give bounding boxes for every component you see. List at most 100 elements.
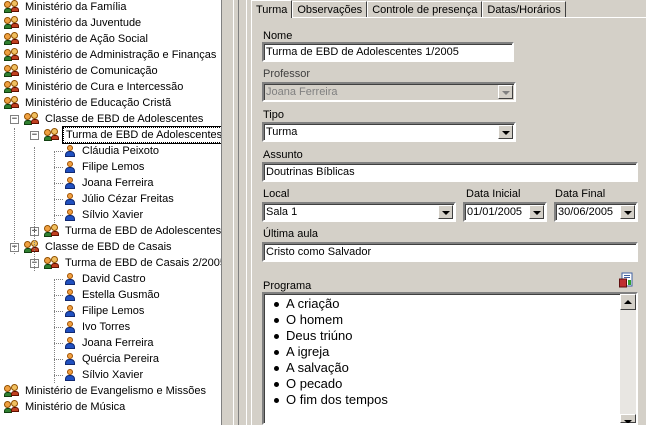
ultima-aula-label: Última aula — [263, 228, 319, 240]
group-icon — [24, 112, 40, 126]
tree-item-member[interactable]: Júlio Cézar Freitas — [64, 191, 176, 207]
tree-connector — [34, 147, 35, 271]
tree-item-label: Cláudia Peixoto — [82, 145, 160, 157]
bullet-icon — [274, 349, 279, 355]
tree-item-label: Ministério de Evangelismo e Missões — [25, 385, 206, 397]
tree-item-member[interactable]: David Castro — [64, 271, 148, 287]
splitter-groove — [233, 0, 239, 425]
tab-observacoes[interactable]: Observações — [292, 1, 368, 18]
programa-memo[interactable]: A criação O homem Deus triúno A igreja A sal… — [262, 292, 638, 425]
group-icon — [4, 16, 20, 30]
vertical-scrollbar[interactable] — [620, 294, 636, 423]
tree-item-turma[interactable]: Turma de EBD de Casais 2/2005 — [44, 255, 221, 271]
tree-item-member[interactable]: Filipe Lemos — [64, 303, 146, 319]
person-icon — [64, 208, 76, 222]
tree-item-ministry[interactable]: Ministério de Administração e Finanças — [4, 47, 218, 63]
tree-item-member[interactable]: Sílvio Xavier — [64, 207, 145, 223]
tree-item-member[interactable]: Estella Gusmão — [64, 287, 162, 303]
group-icon — [4, 48, 20, 62]
tree-item-label: Ministério de Educação Cristã — [25, 97, 172, 109]
data-final-value: 30/06/2005 — [558, 206, 614, 218]
tree-item-label: Ministério da Juventude — [25, 17, 142, 29]
tree-item-ministry[interactable]: Ministério da Família — [4, 0, 128, 15]
collapse-icon[interactable]: − — [30, 131, 39, 140]
person-icon — [64, 320, 76, 334]
tree-item-ministry[interactable]: Ministério de Evangelismo e Missões — [4, 383, 208, 399]
tree-item-class[interactable]: Classe de EBD de Adolescentes — [24, 111, 205, 127]
tree-item-label: Júlio Cézar Freitas — [82, 193, 174, 205]
tree-item-label: Sílvio Xavier — [82, 209, 144, 221]
tree-item-label: Ministério da Família — [25, 1, 127, 13]
tree-item-ministry[interactable]: Ministério de Música — [4, 399, 127, 415]
tree-item-ministry[interactable]: Ministério de Comunicação — [4, 63, 160, 79]
programa-item: A igreja — [274, 344, 636, 360]
data-inicial-value: 01/01/2005 — [467, 206, 523, 218]
tree-item-class[interactable]: Classe de EBD de Casais — [24, 239, 174, 255]
tree-item-turma-selected[interactable]: Turma de EBD de Adolescentes 1/2005 — [44, 126, 221, 144]
tree-item-member[interactable]: Cláudia Peixoto — [64, 143, 161, 159]
programa-item: A salvação — [274, 360, 636, 376]
bullet-icon — [274, 333, 279, 339]
tree-item-member[interactable]: Quércia Pereira — [64, 351, 161, 367]
tree-item-label: Filipe Lemos — [82, 305, 145, 317]
tree-item-label: David Castro — [82, 273, 146, 285]
professor-value: Joana Ferreira — [266, 86, 338, 98]
scroll-up-icon[interactable] — [620, 294, 636, 310]
tree-item-ministry[interactable]: Ministério da Juventude — [4, 15, 143, 31]
tab-turma[interactable]: Turma — [251, 0, 293, 18]
edit-list-icon[interactable] — [619, 272, 633, 288]
programa-list: A criação O homem Deus triúno A igreja A sal… — [264, 294, 636, 408]
professor-label: Professor — [263, 68, 311, 80]
data-inicial-picker[interactable]: 01/01/2005 — [463, 202, 547, 222]
programa-item-text: Deus triúno — [286, 328, 353, 343]
tree-item-member[interactable]: Joana Ferreira — [64, 175, 156, 191]
group-icon — [4, 80, 20, 94]
chevron-down-icon[interactable] — [438, 205, 453, 219]
tree-connector — [54, 151, 55, 223]
tree-connector — [54, 343, 63, 344]
tree-item-label: Filipe Lemos — [82, 161, 145, 173]
tab-datas-horarios[interactable]: Datas/Horários — [482, 1, 566, 18]
collapse-icon[interactable]: − — [10, 115, 19, 124]
bullet-icon — [274, 301, 279, 307]
tree-item-member[interactable]: Filipe Lemos — [64, 159, 146, 175]
nome-value: Turma de EBD de Adolescentes 1/2005 — [266, 46, 459, 58]
tree-item-label: Estella Gusmão — [82, 289, 160, 301]
tipo-label: Tipo — [263, 109, 284, 121]
tree-connector — [54, 167, 63, 168]
group-icon — [24, 240, 40, 254]
tree-item-member[interactable]: Sílvio Xavier — [64, 367, 145, 383]
tree-connector — [54, 375, 63, 376]
person-icon — [64, 288, 76, 302]
assunto-label: Assunto — [263, 149, 303, 161]
data-final-picker[interactable]: 30/06/2005 — [554, 202, 638, 222]
local-value: Sala 1 — [266, 206, 298, 218]
scroll-down-icon[interactable] — [620, 414, 636, 423]
tree-item-label: Ministério de Ação Social — [25, 33, 148, 45]
chevron-down-icon[interactable] — [498, 125, 513, 139]
tree-view[interactable]: Ministério da Família Ministério da Juven… — [0, 0, 221, 425]
tree-item-label: Turma de EBD de Casais 2/2005 — [65, 257, 221, 269]
tree-item-ministry[interactable]: Ministério de Ação Social — [4, 31, 150, 47]
assunto-field[interactable]: Doutrinas Bíblicas — [262, 162, 638, 182]
local-select[interactable]: Sala 1 — [262, 202, 456, 222]
tree-item-member[interactable]: Ivo Torres — [64, 319, 132, 335]
group-icon — [44, 128, 60, 142]
person-icon — [64, 272, 76, 286]
tree-item-turma[interactable]: Turma de EBD de Adolescentes — [44, 223, 221, 239]
person-icon — [64, 336, 76, 350]
group-icon — [4, 0, 20, 14]
ultima-aula-field[interactable]: Cristo como Salvador — [262, 242, 638, 262]
chevron-down-icon[interactable] — [529, 205, 544, 219]
tree-item-ministry[interactable]: Ministério de Cura e Intercessão — [4, 79, 185, 95]
tree-connector — [54, 279, 55, 383]
tab-controle-presenca[interactable]: Controle de presença — [367, 1, 483, 18]
nome-field[interactable]: Turma de EBD de Adolescentes 1/2005 — [262, 42, 514, 62]
panel-splitter[interactable] — [221, 0, 252, 425]
chevron-down-icon[interactable] — [620, 205, 635, 219]
tree-connector — [14, 128, 15, 254]
tree-item-ministry[interactable]: Ministério de Educação Cristã — [4, 95, 173, 111]
bullet-icon — [274, 381, 279, 387]
tree-item-member[interactable]: Joana Ferreira — [64, 335, 156, 351]
tipo-select[interactable]: Turma — [262, 122, 516, 142]
